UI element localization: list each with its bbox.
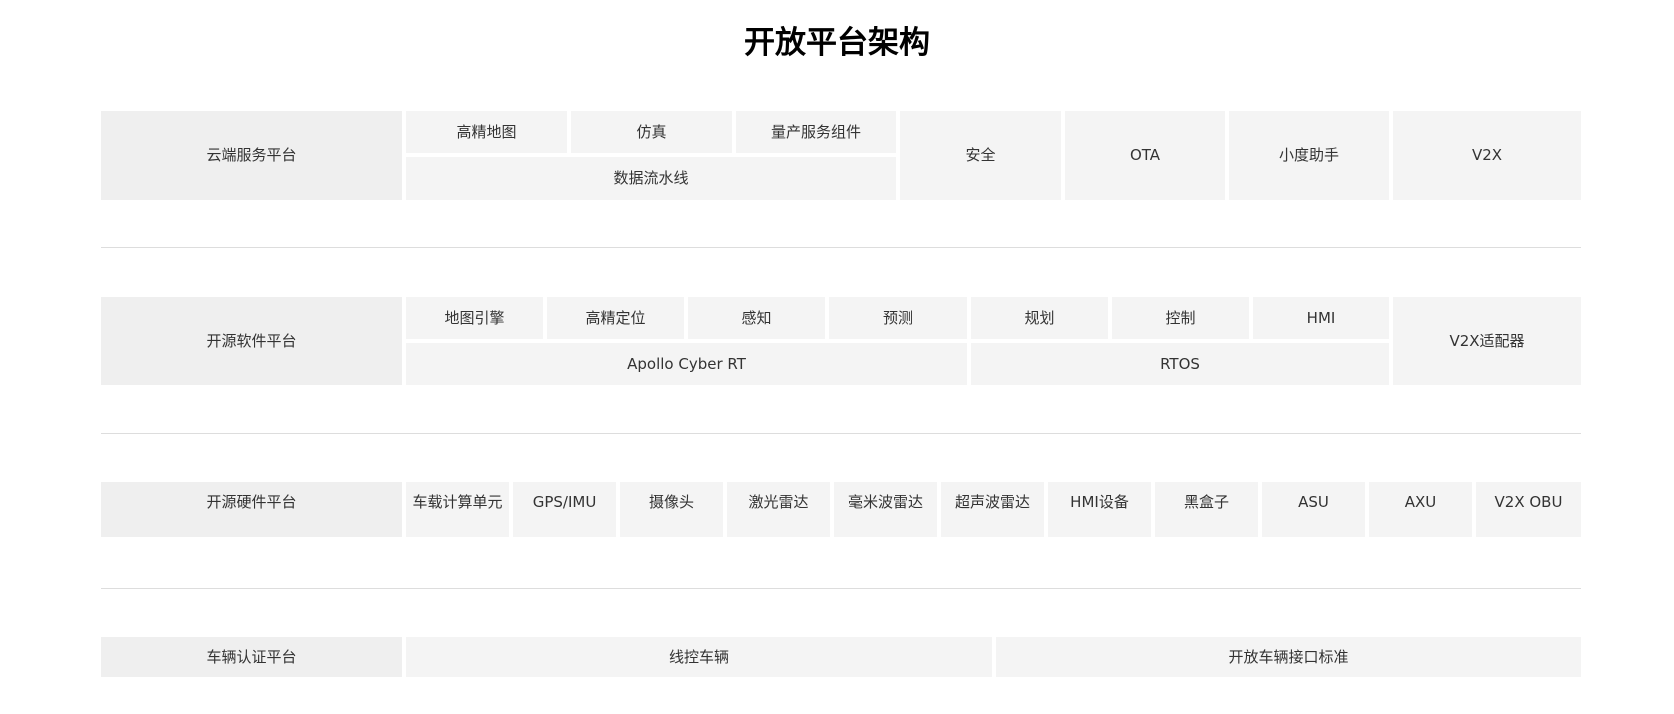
architecture-diagram: 开放平台架构 云端服务平台 高精地图 仿真 量产服务组件 数据流水线 安全 OT… xyxy=(0,0,1674,714)
hmi-cell: HMI xyxy=(1253,297,1389,339)
security-cell: 安全 xyxy=(900,111,1061,200)
dbw-vehicle-cell: 线控车辆 xyxy=(406,637,992,677)
ota-cell: OTA xyxy=(1065,111,1225,200)
cloud-service-layer: 云端服务平台 高精地图 仿真 量产服务组件 数据流水线 安全 OTA 小度助手 … xyxy=(101,111,1581,200)
page-title: 开放平台架构 xyxy=(744,25,930,61)
hardware-layer-label: 开源硬件平台 xyxy=(101,482,402,537)
open-software-layer: 开源软件平台 地图引擎 高精定位 感知 预测 规划 控制 HMI Apollo … xyxy=(101,297,1581,385)
software-layer-label: 开源软件平台 xyxy=(101,297,402,385)
divider xyxy=(101,247,1581,248)
map-engine-cell: 地图引擎 xyxy=(406,297,543,339)
hardware-item-lidar: 激光雷达 xyxy=(727,482,830,537)
rtos-cell: RTOS xyxy=(971,343,1389,385)
hd-map-cell: 高精地图 xyxy=(406,111,567,153)
simulation-cell: 仿真 xyxy=(571,111,732,153)
localization-cell: 高精定位 xyxy=(547,297,684,339)
hardware-item-axu: AXU xyxy=(1369,482,1472,537)
control-cell: 控制 xyxy=(1112,297,1249,339)
open-vehicle-interface-cell: 开放车辆接口标准 xyxy=(996,637,1581,677)
hardware-item-v2x-obu: V2X OBU xyxy=(1476,482,1581,537)
hardware-item-camera: 摄像头 xyxy=(620,482,723,537)
open-hardware-layer: 开源硬件平台 车载计算单元 GPS/IMU 摄像头 激光雷达 毫米波雷达 超声波… xyxy=(101,482,1581,537)
v2x-adapter-cell: V2X适配器 xyxy=(1393,297,1581,385)
data-pipeline-cell: 数据流水线 xyxy=(406,157,896,200)
hardware-item-gps-imu: GPS/IMU xyxy=(513,482,616,537)
hardware-item-hmi-device: HMI设备 xyxy=(1048,482,1151,537)
mass-production-cell: 量产服务组件 xyxy=(736,111,896,153)
cyber-rt-cell: Apollo Cyber RT xyxy=(406,343,967,385)
hardware-item-black-box: 黑盒子 xyxy=(1155,482,1258,537)
divider xyxy=(101,588,1581,589)
vehicle-certification-layer: 车辆认证平台 线控车辆 开放车辆接口标准 xyxy=(101,637,1581,677)
hardware-item-ultrasonic-radar: 超声波雷达 xyxy=(941,482,1044,537)
xiaodu-assistant-cell: 小度助手 xyxy=(1229,111,1389,200)
cloud-layer-label: 云端服务平台 xyxy=(101,111,402,200)
hardware-item-computing-unit: 车载计算单元 xyxy=(406,482,509,537)
v2x-cell: V2X xyxy=(1393,111,1581,200)
prediction-cell: 预测 xyxy=(829,297,967,339)
vehicle-layer-label: 车辆认证平台 xyxy=(101,637,402,677)
hardware-item-mmwave-radar: 毫米波雷达 xyxy=(834,482,937,537)
divider xyxy=(101,433,1581,434)
perception-cell: 感知 xyxy=(688,297,825,339)
planning-cell: 规划 xyxy=(971,297,1108,339)
hardware-item-asu: ASU xyxy=(1262,482,1365,537)
